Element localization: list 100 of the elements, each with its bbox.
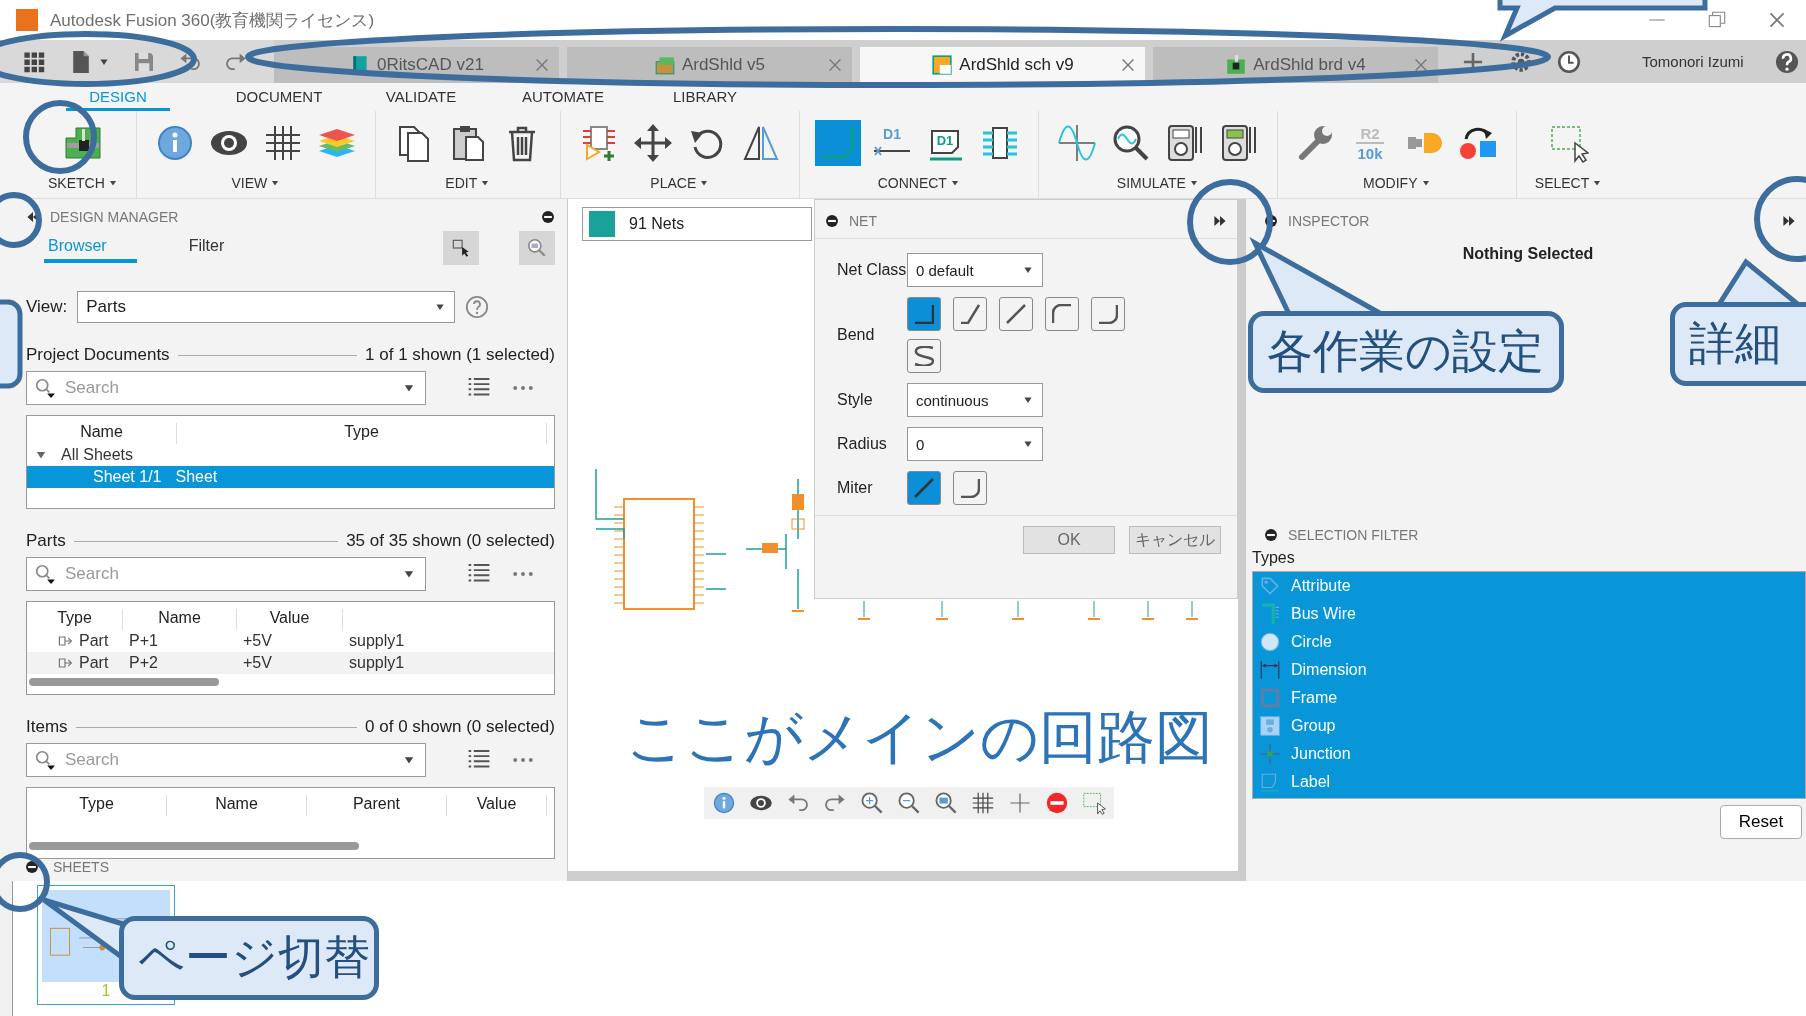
field-label: Net Class <box>837 261 907 279</box>
pick-button[interactable] <box>443 231 479 265</box>
net-selector[interactable]: 91 Nets <box>582 207 812 241</box>
radius-dropdown[interactable]: 0 <box>907 427 1043 461</box>
tag-icon <box>1259 575 1281 597</box>
help-icon[interactable] <box>465 295 490 319</box>
caret-icon[interactable] <box>270 178 281 188</box>
column-header[interactable]: Name <box>123 609 237 630</box>
net-class-dropdown[interactable]: 0 default <box>907 253 1043 287</box>
annotation-caption: ここがメインの回路図 <box>626 703 1213 771</box>
tree-row[interactable]: All Sheets <box>27 444 554 466</box>
search-field[interactable]: Search <box>26 743 426 777</box>
column-header[interactable]: Parent <box>307 795 447 816</box>
apps-grid-icon[interactable] <box>22 49 46 74</box>
tree-cell-text: Sheet 1/1 <box>92 468 163 486</box>
frame-icon <box>1259 687 1281 709</box>
column-header[interactable]: Type <box>27 609 123 630</box>
tool-group-label[interactable]: EDIT <box>445 175 478 191</box>
caret-icon[interactable] <box>107 178 118 188</box>
bend-option[interactable] <box>907 471 941 505</box>
field-label: Style <box>837 391 874 409</box>
scrollbar[interactable] <box>29 678 219 686</box>
tool-group-label[interactable]: SKETCH <box>48 175 105 191</box>
caret-icon[interactable] <box>1592 178 1603 188</box>
collapse-section-icon[interactable] <box>825 214 839 228</box>
tool-group-label[interactable]: PLACE <box>650 175 697 191</box>
stop-icon[interactable] <box>1045 791 1069 815</box>
expand-icon[interactable] <box>1213 214 1227 228</box>
ok-button[interactable]: OK <box>1023 526 1115 554</box>
tool-group-label[interactable]: CONNECT <box>877 175 947 191</box>
move-icon[interactable] <box>632 123 673 163</box>
grid-icon[interactable] <box>971 791 995 815</box>
ribbon-tab[interactable]: DOCUMENT <box>208 83 350 111</box>
caret-icon[interactable] <box>699 178 710 188</box>
column-header[interactable]: Value <box>237 609 343 630</box>
bend-option[interactable] <box>1091 297 1125 331</box>
collapse-section-icon[interactable] <box>1264 214 1278 228</box>
clock-icon[interactable] <box>1556 48 1582 75</box>
scrollbar[interactable] <box>29 842 359 850</box>
caret-icon[interactable] <box>1188 178 1199 188</box>
panel-tab[interactable]: Filter <box>176 233 237 263</box>
ribbon-tab[interactable]: LIBRARY <box>634 83 776 111</box>
ribbon-tab[interactable]: VALIDATE <box>350 83 492 111</box>
select-box-icon[interactable] <box>1548 123 1589 163</box>
file-tab[interactable]: ArdShld v5 <box>567 47 852 83</box>
bend-option[interactable] <box>953 471 987 505</box>
help-icon[interactable] <box>1774 48 1800 75</box>
zoom-out-icon[interactable] <box>897 791 921 815</box>
panel-title: INSPECTOR <box>1288 213 1370 229</box>
angle45-bend-icon <box>960 304 980 324</box>
zoom-button[interactable] <box>519 231 555 265</box>
collapse-section-icon[interactable] <box>25 860 39 874</box>
zoom-fit-icon[interactable] <box>934 791 958 815</box>
column-header[interactable]: Name <box>167 795 307 816</box>
section-count: 35 of 35 shown (0 selected) <box>346 531 555 551</box>
table-cell-text: supply1 <box>348 632 406 650</box>
search-field[interactable]: Search <box>26 371 426 405</box>
junction-icon <box>1259 743 1281 765</box>
column-header[interactable]: Value <box>447 795 547 816</box>
caret-icon[interactable] <box>480 178 491 188</box>
select-box-icon[interactable] <box>1082 791 1106 815</box>
caret-icon[interactable] <box>949 178 960 188</box>
collapse-section-icon[interactable] <box>541 210 555 224</box>
expand-icon[interactable] <box>1782 214 1796 228</box>
tree-cell-text: All Sheets <box>60 446 135 464</box>
reset-button[interactable]: Reset <box>1720 805 1802 839</box>
section-title: Items <box>26 717 68 737</box>
info-icon[interactable] <box>712 791 736 815</box>
zoom-in-icon[interactable] <box>860 791 884 815</box>
view-dropdown[interactable]: Parts <box>77 291 456 323</box>
table-cell-text: P+2 <box>128 654 159 672</box>
bend-option[interactable] <box>907 339 941 373</box>
expanded-arrow-icon[interactable] <box>35 449 47 461</box>
sine-wave-icon[interactable] <box>1056 123 1097 163</box>
table-cell-text: supply1 <box>348 654 406 672</box>
search-field[interactable]: Search <box>26 557 426 591</box>
table-row[interactable]: Part P+1 +5V supply1 <box>27 630 554 652</box>
cancel-button[interactable]: キャンセル <box>1129 526 1221 554</box>
file-tab[interactable]: ArdShld sch v9 <box>860 47 1145 83</box>
table-cell-text: +5V <box>242 632 273 650</box>
caret-icon[interactable] <box>1420 178 1431 188</box>
user-name[interactable]: Tomonori Izumi <box>1642 53 1752 70</box>
ribbon-tab[interactable]: AUTOMATE <box>492 83 634 111</box>
group-icon <box>1259 715 1281 737</box>
collapse-section-icon[interactable] <box>1264 528 1278 542</box>
bend-option[interactable] <box>953 297 987 331</box>
column-header[interactable]: Type <box>27 795 167 816</box>
column-header[interactable]: Type <box>177 423 547 444</box>
tool-group-label[interactable]: SIMULATE <box>1116 175 1186 191</box>
bend-option[interactable] <box>907 297 941 331</box>
style-dropdown[interactable]: continuous <box>907 383 1043 417</box>
bend-option[interactable] <box>1045 297 1079 331</box>
tool-group-label[interactable]: SELECT <box>1534 175 1590 191</box>
bend-option[interactable] <box>999 297 1033 331</box>
tool-group-label[interactable]: MODIFY <box>1363 175 1418 191</box>
column-header[interactable]: Name <box>27 423 177 444</box>
tool-group-label[interactable]: VIEW <box>231 175 268 191</box>
section-count: 1 of 1 shown (1 selected) <box>365 345 555 365</box>
table-row[interactable]: Part P+2 +5V supply1 <box>27 652 554 674</box>
part-icon <box>57 633 73 649</box>
